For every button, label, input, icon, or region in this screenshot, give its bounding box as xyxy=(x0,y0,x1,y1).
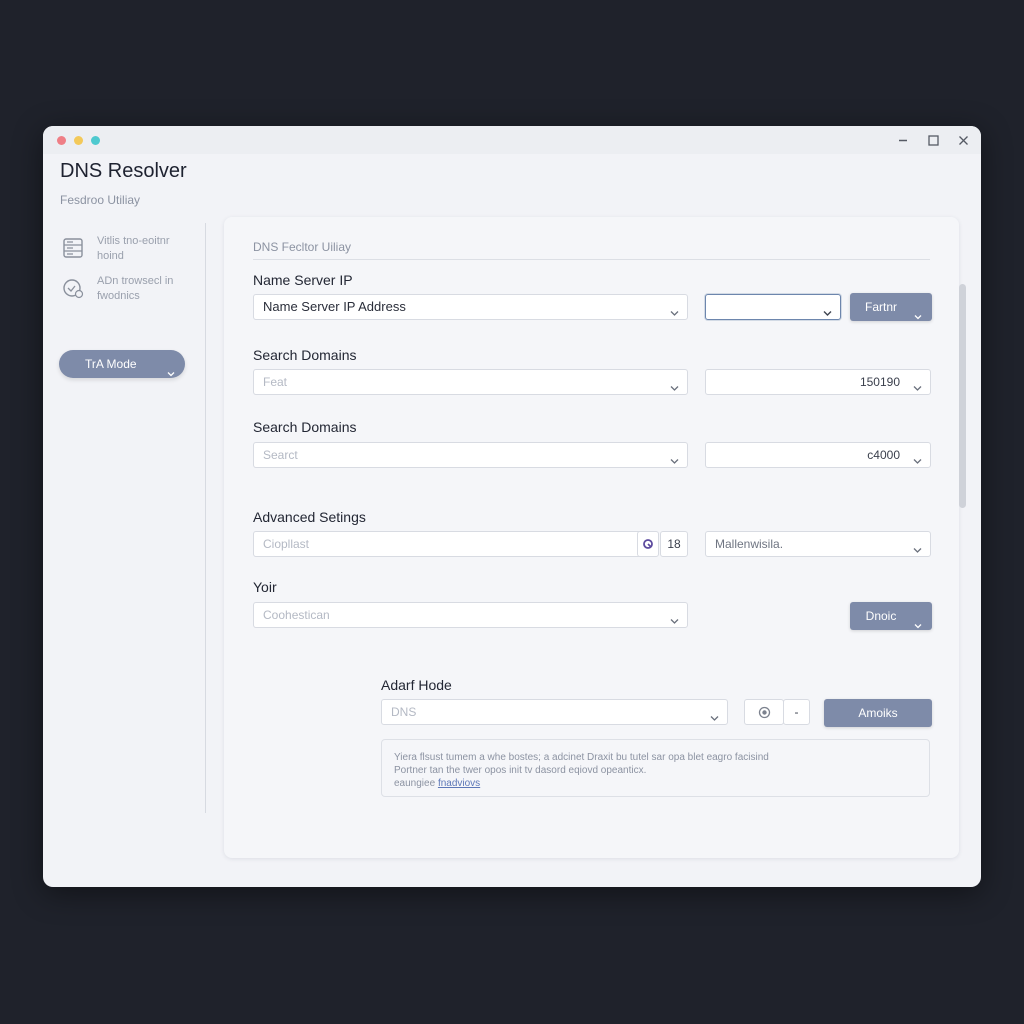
name-server-secondary-select[interactable] xyxy=(705,294,841,320)
close-traffic-light[interactable] xyxy=(57,136,66,145)
settings-panel: DNS Fecltor Uiliay Name Server IP Name S… xyxy=(224,217,959,858)
chevron-down-icon xyxy=(914,612,922,640)
search-domains-value-select[interactable]: 150190 xyxy=(705,369,931,395)
name-server-value: Name Server IP Address xyxy=(263,299,406,314)
button-label: Fartnr xyxy=(864,300,897,314)
chevron-down-icon xyxy=(670,612,679,630)
info-line-1: Yiera flsust tumem a whe bostes; a adcin… xyxy=(394,752,769,763)
button-label: Dnoic xyxy=(865,609,897,623)
count-field[interactable]: 18 xyxy=(660,531,688,557)
adaf-mode-label: Adarf Hode xyxy=(381,677,452,693)
your-label: Yoir xyxy=(253,579,277,595)
chevron-down-icon xyxy=(913,541,922,559)
app-window: DNS Resolver Fesdroo Utiliay Vitlis tno-… xyxy=(43,126,981,887)
app-subtitle: Fesdroo Utiliay xyxy=(60,193,141,207)
chevron-down-icon xyxy=(914,303,922,331)
name-server-action-button[interactable]: Fartnr xyxy=(850,293,932,321)
server-icon xyxy=(61,236,85,260)
search-domains-value: c4000 xyxy=(867,448,900,462)
sidebar-item-label: ADn trowsecl in fwodnics xyxy=(97,275,174,302)
stepper-minus-button[interactable]: - xyxy=(783,699,810,725)
minimize-icon[interactable] xyxy=(892,130,914,150)
advanced-settings-label: Advanced Setings xyxy=(253,509,366,525)
placeholder-text: DNS xyxy=(391,705,417,719)
your-select[interactable]: Coohestican xyxy=(253,602,688,628)
chevron-down-icon xyxy=(167,360,175,388)
placeholder-text: Coohestican xyxy=(263,608,330,622)
search-domains-value-select-2[interactable]: c4000 xyxy=(705,442,931,468)
search-domains-label: Search Domains xyxy=(253,347,357,363)
advanced-input[interactable]: Ciopllast xyxy=(253,531,658,557)
your-action-button[interactable]: Dnoic xyxy=(850,602,932,630)
sidebar-item-network[interactable]: ADn trowsecl in fwodnics xyxy=(61,274,191,308)
placeholder-text: Ciopllast xyxy=(263,537,310,551)
placeholder-text: Searct xyxy=(263,448,298,462)
info-link[interactable]: fnadviovs xyxy=(438,778,480,789)
options-icon-button[interactable] xyxy=(637,531,659,557)
advanced-select[interactable]: Mallenwisila. xyxy=(705,531,931,557)
chevron-down-icon xyxy=(913,452,922,470)
dns-select[interactable]: DNS xyxy=(381,699,728,725)
apply-button[interactable]: Amoiks xyxy=(824,699,932,727)
name-server-select[interactable]: Name Server IP Address xyxy=(253,294,688,320)
chevron-down-icon xyxy=(823,304,832,322)
network-refresh-icon xyxy=(61,276,85,300)
name-server-label: Name Server IP xyxy=(253,272,353,288)
info-box: Yiera flsust tumem a whe bostes; a adcin… xyxy=(381,739,930,797)
panel-title: DNS Fecltor Uiliay xyxy=(253,240,352,254)
button-label: Amoiks xyxy=(858,706,898,720)
chevron-down-icon xyxy=(913,379,922,397)
search-domains-label-2: Search Domains xyxy=(253,419,357,435)
mode-button-label: TrA Mode xyxy=(85,357,137,371)
sidebar-divider xyxy=(205,223,206,813)
search-domains-select[interactable]: Feat xyxy=(253,369,688,395)
mode-dropdown-button[interactable]: TrA Mode xyxy=(59,350,185,378)
advanced-select-value: Mallenwisila. xyxy=(715,537,784,551)
app-title: DNS Resolver xyxy=(60,160,187,182)
chevron-down-icon xyxy=(670,452,679,470)
chevron-down-icon xyxy=(670,379,679,397)
chevron-down-icon xyxy=(710,709,719,727)
search-domains-select-2[interactable]: Searct xyxy=(253,442,688,468)
placeholder-text: Feat xyxy=(263,375,288,389)
maximize-icon[interactable] xyxy=(922,130,944,150)
title-bar xyxy=(43,126,981,154)
radio-toggle[interactable] xyxy=(744,699,784,725)
minimize-traffic-light[interactable] xyxy=(74,136,83,145)
info-line-3: eaungiee fnadviovs xyxy=(394,778,481,789)
search-domains-value: 150190 xyxy=(859,375,900,389)
close-icon[interactable] xyxy=(952,130,974,150)
zoom-traffic-light[interactable] xyxy=(91,136,100,145)
info-line-2: Portner tan the twer opos init tv dasord… xyxy=(394,765,647,776)
scrollbar-thumb[interactable] xyxy=(959,284,966,508)
chevron-down-icon xyxy=(670,304,679,322)
panel-divider xyxy=(253,259,930,260)
sidebar-item-label: Vitlis tno-eoitnr hoind xyxy=(97,235,170,262)
sidebar-item-server[interactable]: Vitlis tno-eoitnr hoind xyxy=(61,234,191,268)
